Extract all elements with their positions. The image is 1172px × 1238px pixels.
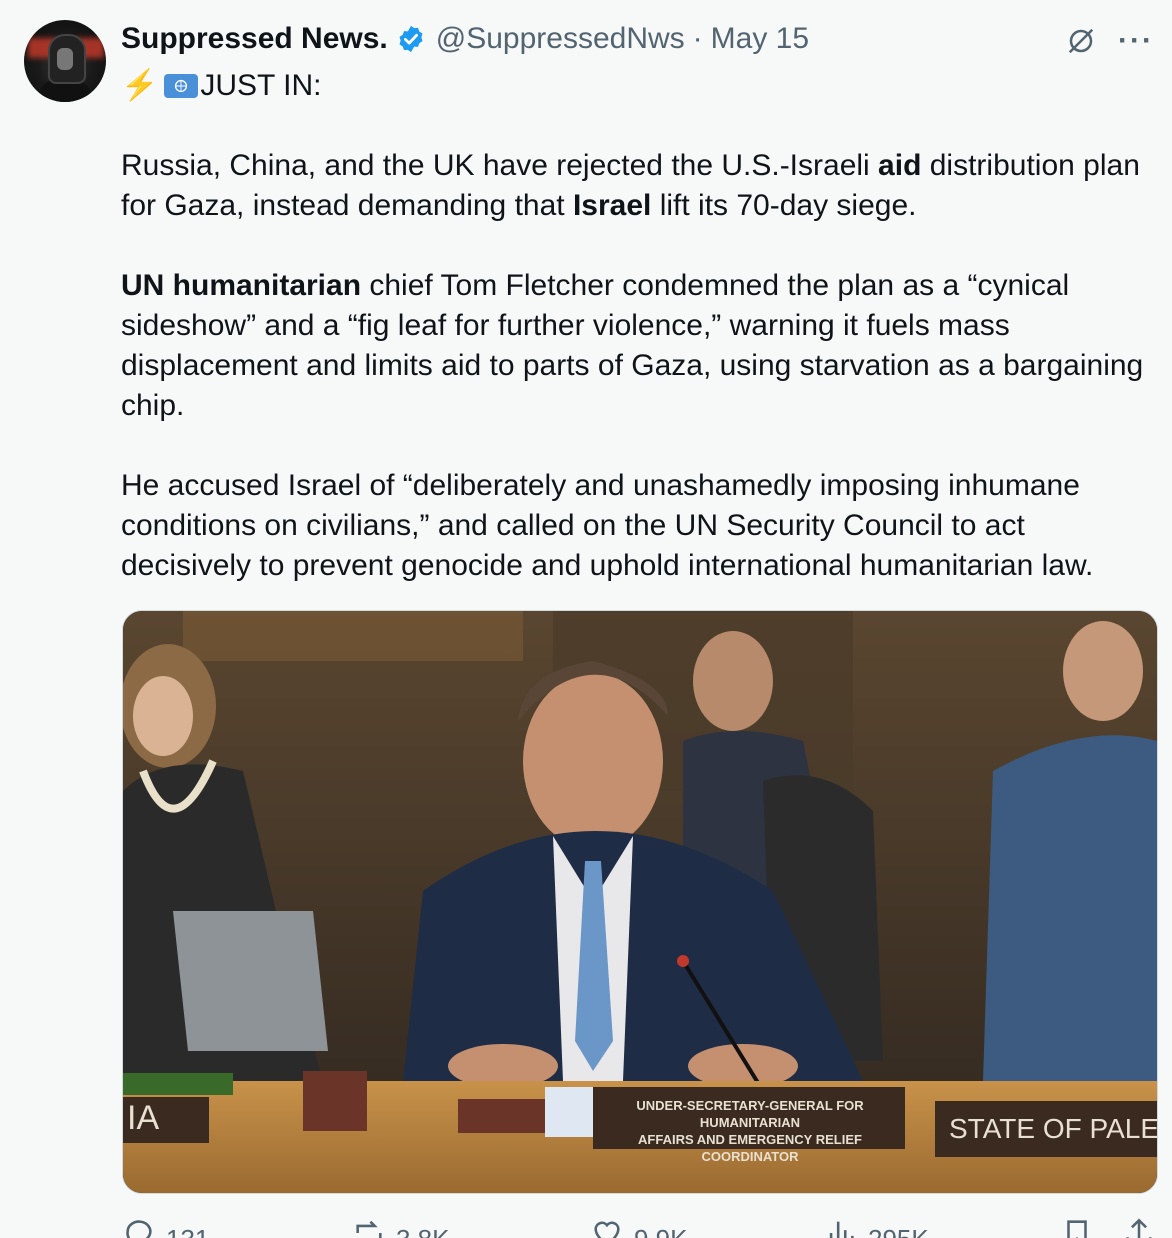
- views-icon: [829, 1221, 854, 1238]
- p1-text-e: lift its 70-day siege.: [651, 189, 917, 222]
- header-separator: ·: [692, 22, 703, 55]
- tweet-photo[interactable]: IA UNDER-SECRETARY-GENERAL FOR HUMANITAR…: [122, 610, 1158, 1194]
- tweet-paragraph-2: UN humanitarian chief Tom Fletcher conde…: [121, 266, 1151, 426]
- tweet-line-just-in: ⚡ JUST IN:: [121, 68, 322, 103]
- p1-text-a: Russia, China, and the UK have rejected …: [121, 149, 879, 182]
- repost-count: 3.8K: [396, 1224, 450, 1238]
- views-button[interactable]: 295K: [824, 1216, 929, 1238]
- p1-bold-aid: aid: [878, 149, 922, 182]
- avatar[interactable]: [24, 20, 106, 102]
- like-icon: [594, 1221, 620, 1238]
- more-icon[interactable]: ···: [1118, 26, 1154, 56]
- action-bar: 131 3.8K 9.9K 295K: [0, 1216, 1172, 1238]
- placard-center: UNDER-SECRETARY-GENERAL FOR HUMANITARIAN…: [597, 1097, 903, 1165]
- tweet-paragraph-3: He accused Israel of “deliberately and u…: [121, 466, 1151, 586]
- tweet-paragraph-1: Russia, China, and the UK have rejected …: [121, 146, 1151, 226]
- reply-button[interactable]: 131: [122, 1216, 209, 1238]
- repost-icon: [356, 1220, 382, 1238]
- grok-icon[interactable]: [1066, 26, 1096, 56]
- p3-text: He accused Israel of “deliberately and u…: [121, 469, 1094, 582]
- share-button[interactable]: [1122, 1216, 1156, 1238]
- top-actions: ···: [1066, 26, 1154, 56]
- bookmark-button[interactable]: [1060, 1216, 1094, 1238]
- placard-right: STATE OF PALE: [949, 1113, 1158, 1144]
- placard-left: IA: [127, 1099, 160, 1137]
- un-flag-icon: [164, 73, 199, 98]
- share-icon: [1126, 1218, 1152, 1238]
- reply-icon: [126, 1220, 152, 1238]
- p2-bold-un-humanitarian: UN humanitarian: [121, 269, 362, 302]
- just-in-text: JUST IN:: [200, 68, 322, 102]
- views-count: 295K: [868, 1224, 929, 1238]
- user-handle[interactable]: @SuppressedNws: [436, 22, 685, 56]
- repost-button[interactable]: 3.8K: [352, 1216, 450, 1238]
- placard-center-line2: AFFAIRS AND EMERGENCY RELIEF COORDINATOR: [638, 1132, 862, 1164]
- display-name[interactable]: Suppressed News.: [121, 22, 388, 56]
- like-count: 9.9K: [634, 1224, 688, 1238]
- avatar-mask: [57, 48, 73, 70]
- reply-count: 131: [166, 1224, 209, 1238]
- verified-badge-icon[interactable]: [396, 24, 426, 54]
- tweet-date[interactable]: May 15: [711, 22, 809, 56]
- placard-center-line1: UNDER-SECRETARY-GENERAL FOR HUMANITARIAN: [636, 1098, 864, 1130]
- p1-bold-israel: Israel: [572, 189, 652, 222]
- like-button[interactable]: 9.9K: [590, 1216, 688, 1238]
- lightning-emoji: ⚡: [121, 69, 159, 102]
- tweet-header: Suppressed News. @SuppressedNws · May 15: [121, 22, 809, 56]
- bookmark-icon: [1067, 1220, 1087, 1238]
